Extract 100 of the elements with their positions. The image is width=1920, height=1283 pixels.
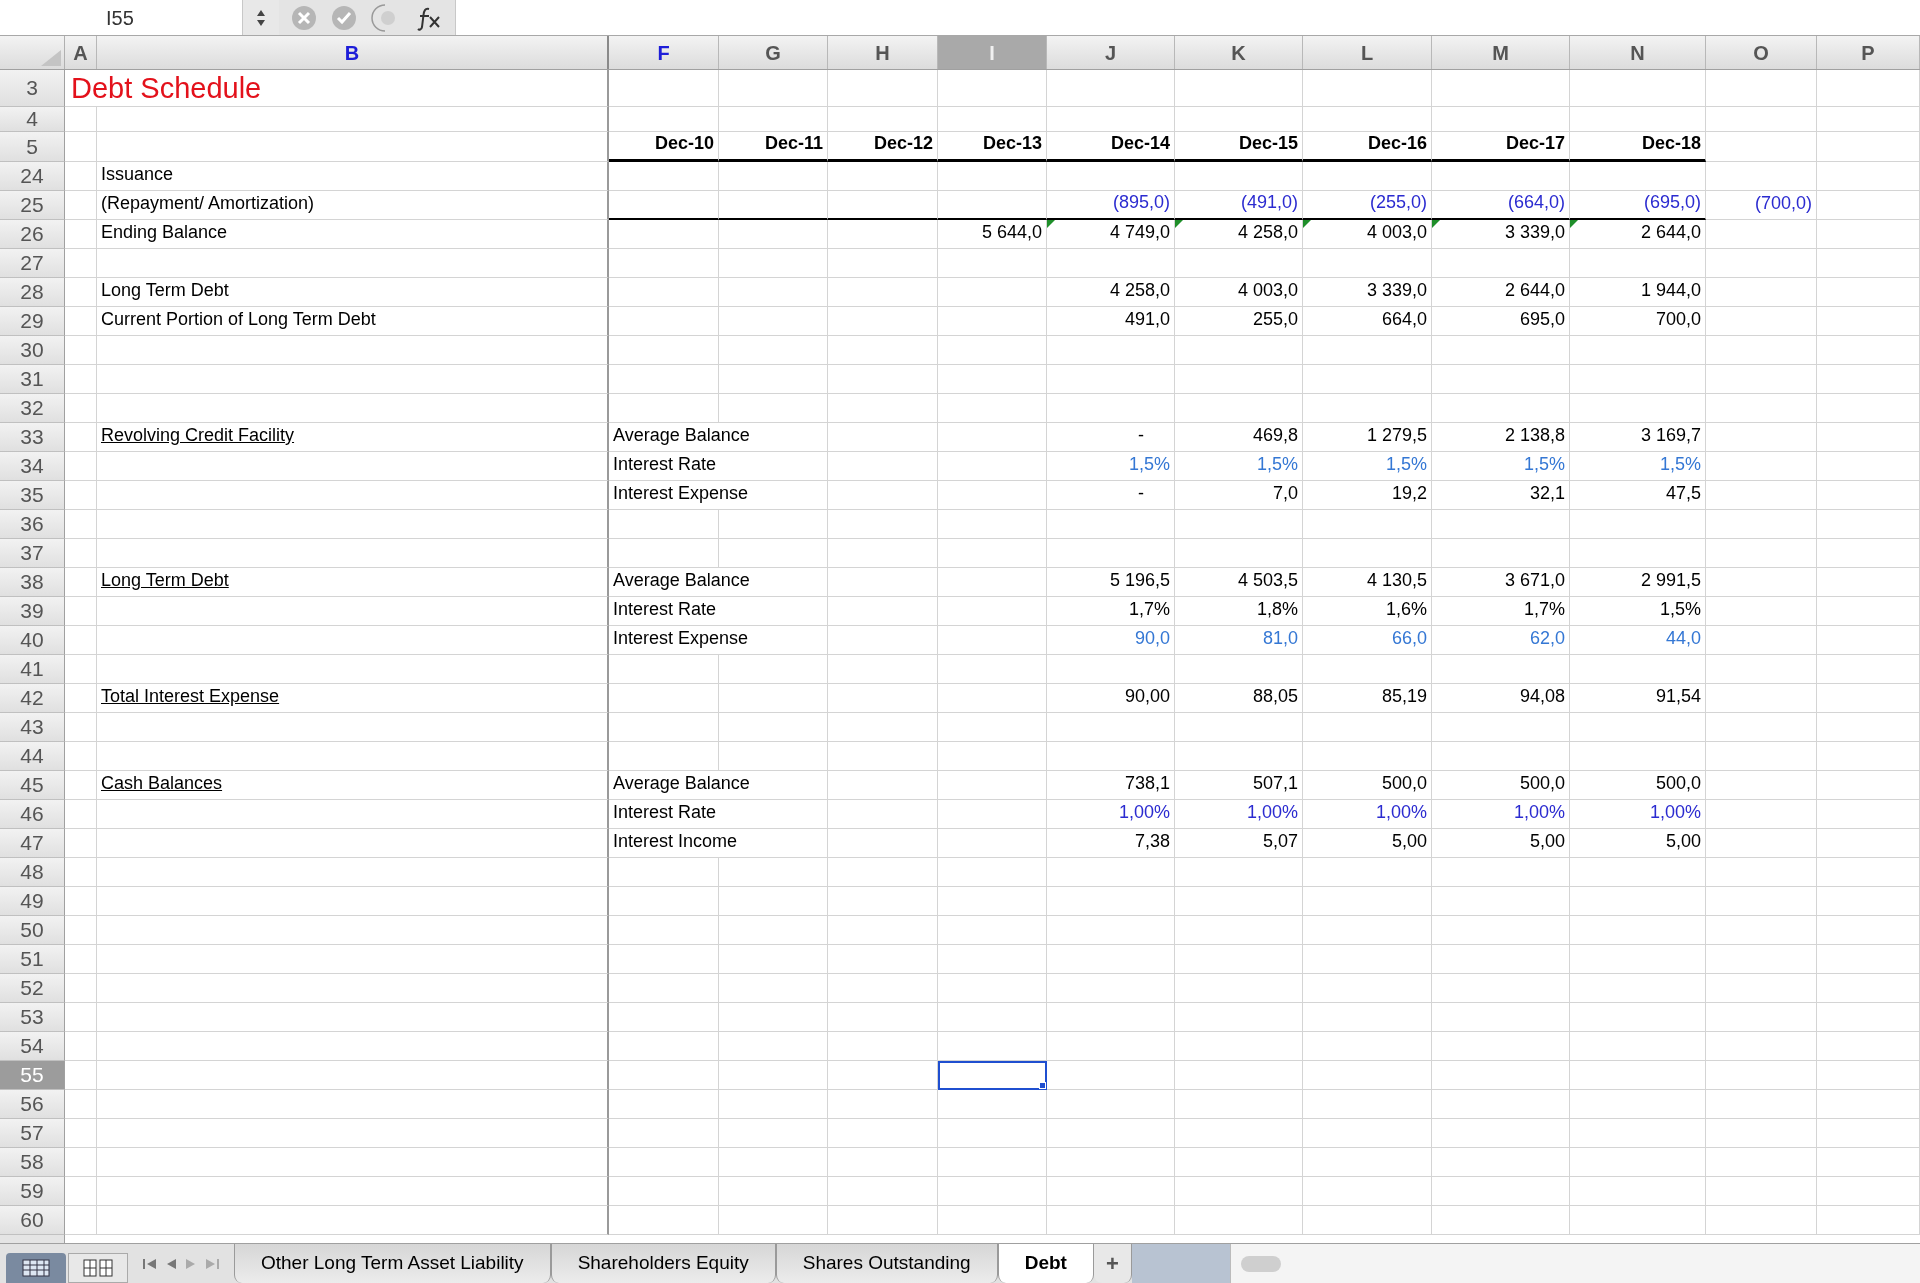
table-cell[interactable]: 1,7%: [1432, 597, 1570, 626]
table-cell[interactable]: 5,07: [1175, 829, 1303, 858]
row-header[interactable]: [0, 1235, 65, 1243]
table-cell[interactable]: 1,00%: [1175, 800, 1303, 829]
first-sheet-icon[interactable]: [142, 1256, 158, 1271]
sheet-tab[interactable]: Shares Outstanding: [775, 1244, 998, 1283]
row-header[interactable]: 54: [0, 1032, 65, 1061]
table-cell[interactable]: Issuance: [97, 162, 609, 191]
table-cell[interactable]: 7,0: [1175, 481, 1303, 510]
row-header[interactable]: 40: [0, 626, 65, 655]
table-cell[interactable]: 1,00%: [1432, 800, 1570, 829]
table-cell[interactable]: Interest Rate: [609, 597, 828, 626]
table-cell[interactable]: 1,6%: [1303, 597, 1432, 626]
row-header[interactable]: 36: [0, 510, 65, 539]
table-cell[interactable]: 1,8%: [1175, 597, 1303, 626]
row-header[interactable]: 24: [0, 162, 65, 191]
row-header[interactable]: 37: [0, 539, 65, 568]
row-header[interactable]: 47: [0, 829, 65, 858]
table-cell[interactable]: Dec-13: [938, 132, 1047, 162]
row-header[interactable]: 5: [0, 132, 65, 162]
table-cell[interactable]: -: [1047, 423, 1175, 452]
table-cell[interactable]: 5 196,5: [1047, 568, 1175, 597]
table-cell[interactable]: 47,5: [1570, 481, 1706, 510]
table-cell[interactable]: Interest Rate: [609, 452, 828, 481]
row-header[interactable]: 27: [0, 249, 65, 278]
table-cell[interactable]: 3 671,0: [1432, 568, 1570, 597]
table-cell[interactable]: Dec-12: [828, 132, 938, 162]
row-header[interactable]: 29: [0, 307, 65, 336]
table-cell[interactable]: 4 503,5: [1175, 568, 1303, 597]
table-cell[interactable]: 94,08: [1432, 684, 1570, 713]
row-header[interactable]: 34: [0, 452, 65, 481]
table-cell[interactable]: 2 991,5: [1570, 568, 1706, 597]
column-header[interactable]: M: [1432, 36, 1570, 69]
table-cell[interactable]: 85,19: [1303, 684, 1432, 713]
table-cell[interactable]: 5,00: [1570, 829, 1706, 858]
table-cell[interactable]: Dec-11: [719, 132, 828, 162]
row-header[interactable]: 30: [0, 336, 65, 365]
table-cell[interactable]: 4 749,0: [1047, 220, 1175, 249]
table-cell[interactable]: Dec-14: [1047, 132, 1175, 162]
normal-view-button[interactable]: [6, 1253, 66, 1283]
table-cell[interactable]: 4 003,0: [1175, 278, 1303, 307]
sheet-title[interactable]: Debt Schedule: [65, 70, 609, 107]
table-cell[interactable]: 5,00: [1303, 829, 1432, 858]
table-cell[interactable]: 500,0: [1303, 771, 1432, 800]
table-cell[interactable]: 4 130,5: [1303, 568, 1432, 597]
table-cell[interactable]: Dec-16: [1303, 132, 1432, 162]
table-cell[interactable]: (895,0): [1047, 191, 1175, 220]
table-cell[interactable]: 3 339,0: [1432, 220, 1570, 249]
table-cell[interactable]: 90,0: [1047, 626, 1175, 655]
table-cell[interactable]: 5 644,0: [938, 220, 1047, 249]
row-header[interactable]: 33: [0, 423, 65, 452]
row-header[interactable]: 42: [0, 684, 65, 713]
table-cell[interactable]: Total Interest Expense: [97, 684, 609, 713]
row-header[interactable]: 3: [0, 70, 65, 107]
fill-handle[interactable]: [1039, 1082, 1046, 1089]
column-header[interactable]: P: [1817, 36, 1920, 69]
table-cell[interactable]: 1,5%: [1570, 597, 1706, 626]
table-cell[interactable]: 44,0: [1570, 626, 1706, 655]
table-cell[interactable]: 1,00%: [1570, 800, 1706, 829]
page-layout-view-button[interactable]: [68, 1253, 128, 1283]
column-header[interactable]: N: [1570, 36, 1706, 69]
table-cell[interactable]: 500,0: [1570, 771, 1706, 800]
table-cell[interactable]: 255,0: [1175, 307, 1303, 336]
row-header[interactable]: 32: [0, 394, 65, 423]
row-header[interactable]: 44: [0, 742, 65, 771]
row-header[interactable]: 59: [0, 1177, 65, 1206]
table-cell[interactable]: Long Term Debt: [97, 568, 609, 597]
table-cell[interactable]: Interest Rate: [609, 800, 828, 829]
table-cell[interactable]: 695,0: [1432, 307, 1570, 336]
table-cell[interactable]: Revolving Credit Facility: [97, 423, 609, 452]
table-cell[interactable]: -: [1047, 481, 1175, 510]
name-box[interactable]: I55: [0, 0, 243, 35]
row-header[interactable]: 56: [0, 1090, 65, 1119]
table-cell[interactable]: 1 279,5: [1303, 423, 1432, 452]
table-cell[interactable]: 700,0: [1570, 307, 1706, 336]
table-cell[interactable]: 62,0: [1432, 626, 1570, 655]
table-cell[interactable]: Average Balance: [609, 568, 828, 597]
table-cell[interactable]: 1,5%: [1570, 452, 1706, 481]
table-cell[interactable]: (491,0): [1175, 191, 1303, 220]
row-header[interactable]: 60: [0, 1206, 65, 1235]
column-header[interactable]: L: [1303, 36, 1432, 69]
table-cell[interactable]: 1 944,0: [1570, 278, 1706, 307]
row-header[interactable]: 52: [0, 974, 65, 1003]
column-header[interactable]: A: [65, 36, 97, 69]
table-cell[interactable]: 4 003,0: [1303, 220, 1432, 249]
table-cell[interactable]: Dec-18: [1570, 132, 1706, 162]
table-cell[interactable]: 91,54: [1570, 684, 1706, 713]
formula-field[interactable]: [455, 0, 1920, 35]
row-header[interactable]: 38: [0, 568, 65, 597]
row-header[interactable]: 25: [0, 191, 65, 220]
column-header[interactable]: B: [97, 36, 609, 69]
table-cell[interactable]: 4 258,0: [1047, 278, 1175, 307]
row-header[interactable]: 46: [0, 800, 65, 829]
table-cell[interactable]: 19,2: [1303, 481, 1432, 510]
row-header[interactable]: 51: [0, 945, 65, 974]
cancel-icon[interactable]: [291, 4, 317, 31]
table-cell[interactable]: Interest Expense: [609, 626, 828, 655]
sheet-tab[interactable]: Debt: [997, 1244, 1094, 1283]
table-cell[interactable]: 2 644,0: [1570, 220, 1706, 249]
table-cell[interactable]: 4 258,0: [1175, 220, 1303, 249]
